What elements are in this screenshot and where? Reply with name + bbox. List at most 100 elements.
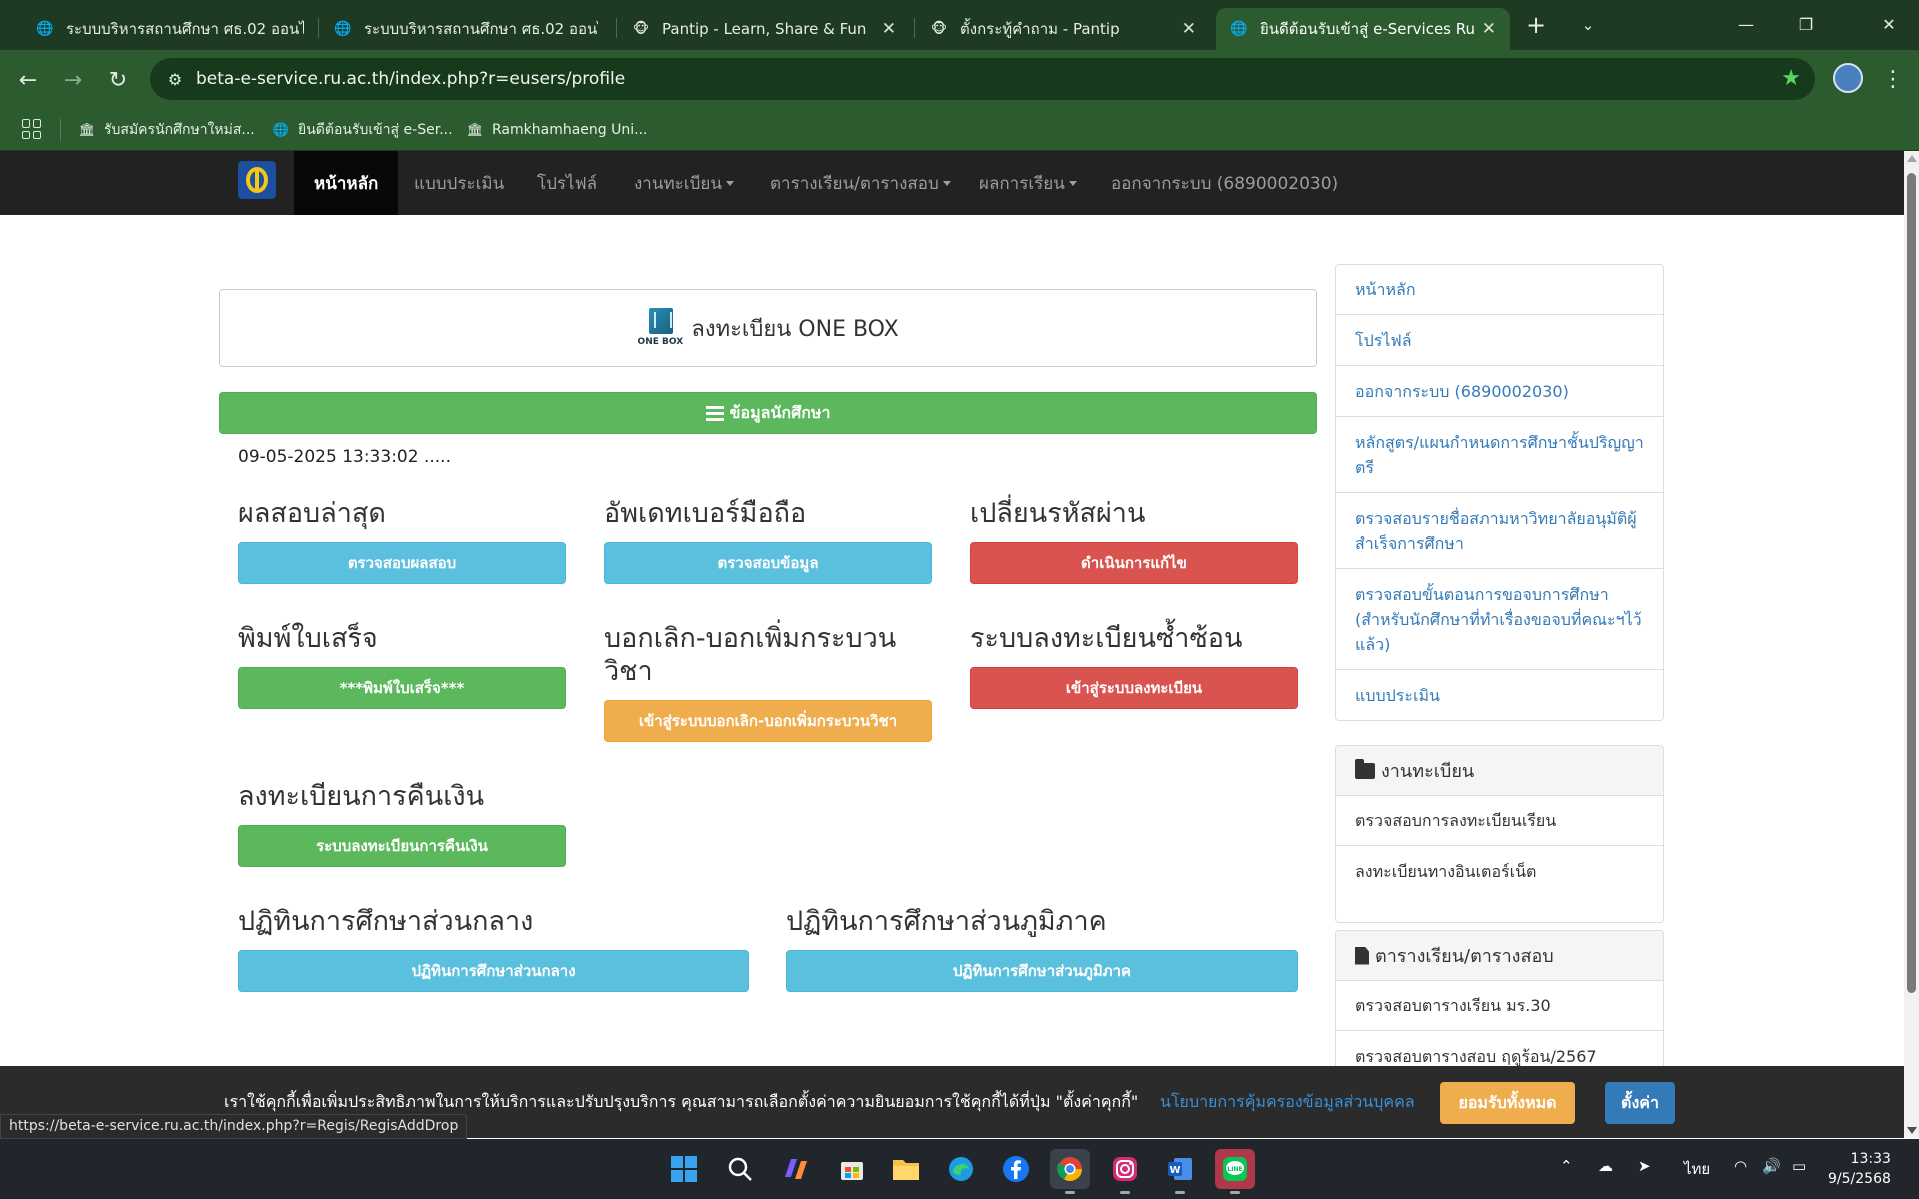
bookmark-item[interactable]: 🌐 ยินดีต้อนรับเข้าสู่ e-Ser... <box>272 119 453 141</box>
forward-button[interactable]: → <box>55 62 91 98</box>
cookie-settings-button[interactable]: ตั้งค่า <box>1605 1082 1675 1124</box>
section-title-update-phone: อัพเดทเบอร์มือถือ <box>604 498 807 529</box>
word-icon[interactable]: W <box>1160 1149 1200 1194</box>
file-icon <box>1355 946 1369 965</box>
close-icon[interactable]: ✕ <box>1482 19 1496 39</box>
onebox-title[interactable]: ลงทะเบียน ONE BOX <box>691 311 898 346</box>
tab-title: ระบบบริหารสถานศึกษา ศธ.02 ออนไล <box>364 20 598 38</box>
chevron-up-icon[interactable]: ⌃ <box>1560 1157 1573 1175</box>
apps-grid-icon[interactable] <box>22 119 42 139</box>
scroll-thumb[interactable] <box>1907 173 1916 993</box>
section-title-change-password: เปลี่ยนรหัสผ่าน <box>970 498 1146 529</box>
check-info-button[interactable]: ตรวจสอบข้อมูล <box>604 542 932 584</box>
nav-evaluation[interactable]: แบบประเมิน <box>414 151 504 215</box>
back-button[interactable]: ← <box>10 62 46 98</box>
language-indicator[interactable]: ไทย <box>1684 1157 1710 1181</box>
sidebar-item-profile[interactable]: โปรไฟล์ <box>1336 315 1663 366</box>
battery-icon[interactable]: ▭ <box>1792 1157 1806 1175</box>
address-bar[interactable]: ⚙ beta-e-service.ru.ac.th/index.php?r=eu… <box>150 58 1815 100</box>
sidebar-item-home[interactable]: หน้าหลัก <box>1336 265 1663 315</box>
chrome-icon[interactable] <box>1050 1149 1090 1194</box>
search-icon[interactable] <box>720 1149 760 1189</box>
change-password-button[interactable]: ดำเนินการแก้ไข <box>970 542 1298 584</box>
minimize-button[interactable]: — <box>1716 0 1776 48</box>
system-clock[interactable]: 13:33 9/5/2568 <box>1828 1149 1891 1189</box>
windows-start-icon[interactable] <box>664 1149 704 1189</box>
regional-calendar-button[interactable]: ปฏิทินการศึกษาส่วนภูมิภาค <box>786 950 1298 992</box>
store-icon[interactable] <box>832 1149 872 1189</box>
check-exam-results-button[interactable]: ตรวจสอบผลสอบ <box>238 542 566 584</box>
onebox-panel[interactable]: ONE BOX ลงทะเบียน ONE BOX <box>219 289 1317 367</box>
central-calendar-button[interactable]: ปฏิทินการศึกษาส่วนกลาง <box>238 950 749 992</box>
clock-date: 9/5/2568 <box>1828 1171 1891 1187</box>
clock-time: 13:33 <box>1850 1151 1891 1167</box>
sidebar-item-online-registration[interactable]: ลงทะเบียนทางอินเตอร์เน็ต <box>1336 846 1663 896</box>
svg-text:LINE: LINE <box>1227 1166 1242 1173</box>
cookie-text: เราใช้คุกกี้เพื่อเพิ่มประสิทธิภาพในการให… <box>224 1092 1139 1111</box>
reload-button[interactable]: ↻ <box>100 62 136 98</box>
line-icon[interactable]: LINE <box>1215 1149 1255 1194</box>
browser-tab[interactable]: 🌐 ระบบบริหารสถานศึกษา ศธ.02 ออนไล <box>320 8 612 50</box>
accept-all-cookies-button[interactable]: ยอมรับทั้งหมด <box>1440 1082 1575 1124</box>
sidebar-item-class-schedule[interactable]: ตรวจสอบตารางเรียน มร.30 <box>1336 981 1663 1031</box>
nav-registration[interactable]: งานทะเบียน <box>634 151 734 215</box>
browser-tab[interactable]: 🌐 ระบบบริหารสถานศึกษา ศธ.02 ออนไล <box>22 8 318 50</box>
sidebar-item-evaluation[interactable]: แบบประเมิน <box>1336 670 1663 720</box>
new-tab-button[interactable]: + <box>1520 10 1552 40</box>
nav-grades[interactable]: ผลการเรียน <box>979 151 1077 215</box>
sidebar-link-label: หลักสูตร/แผนกำหนดการศึกษาชั้นปริญญาตรี <box>1355 432 1644 477</box>
scroll-down-icon[interactable] <box>1907 1127 1917 1134</box>
send-icon[interactable]: ➤ <box>1638 1157 1651 1175</box>
browser-tab-active[interactable]: 🌐 ยินดีต้อนรับเข้าสู่ e-Services Ru ✕ <box>1216 8 1510 50</box>
nav-profile[interactable]: โปรไฟล์ <box>537 151 597 215</box>
sidebar-item-label: ตรวจสอบตารางเรียน มร.30 <box>1355 996 1551 1015</box>
tab-title: ระบบบริหารสถานศึกษา ศธ.02 ออนไล <box>66 20 304 38</box>
sidebar-item-check-registration[interactable]: ตรวจสอบการลงทะเบียนเรียน <box>1336 796 1663 846</box>
tab-search-button[interactable]: ⌄ <box>1572 10 1604 40</box>
cloud-icon[interactable]: ☁ <box>1598 1157 1613 1175</box>
sidebar-item-logout[interactable]: ออกจากระบบ (6890002030) <box>1336 366 1663 417</box>
print-receipt-button[interactable]: ***พิมพ์ใบเสร็จ*** <box>238 667 566 709</box>
restore-button[interactable]: ❐ <box>1776 0 1836 48</box>
page-scrollbar[interactable] <box>1904 151 1919 1138</box>
bookmark-label: Ramkhamhaeng Uni... <box>492 122 648 138</box>
edge-icon[interactable] <box>941 1149 981 1189</box>
wifi-icon[interactable]: ◠ <box>1734 1157 1747 1175</box>
privacy-policy-link[interactable]: นโยบายการคุ้มครองข้อมูลส่วนบุคคล <box>1160 1090 1415 1115</box>
browser-tab[interactable]: 🐵 ตั้งกระทู้คำถาม - Pantip ✕ <box>916 8 1210 50</box>
globe-icon: 🌐 <box>272 122 290 138</box>
close-icon[interactable]: ✕ <box>882 19 896 39</box>
close-icon[interactable]: ✕ <box>1182 19 1196 39</box>
globe-icon: 🌐 <box>334 21 352 37</box>
instagram-icon[interactable] <box>1105 1149 1145 1194</box>
browser-tab[interactable]: 🐵 Pantip - Learn, Share & Fun ✕ <box>618 8 910 50</box>
section-title-central-calendar: ปฏิทินการศึกษาส่วนกลาง <box>238 906 534 937</box>
sidebar-item-graduates[interactable]: ตรวจสอบรายชื่อสภามหาวิทยาลัยอนุมัติผู้สำ… <box>1336 493 1663 569</box>
bookmark-item[interactable]: 🏛 รับสมัครนักศึกษาใหม่ส... <box>78 119 255 141</box>
facebook-icon[interactable] <box>996 1149 1036 1189</box>
nav-logout[interactable]: ออกจากระบบ (6890002030) <box>1111 151 1338 215</box>
refund-registration-button[interactable]: ระบบลงทะเบียนการคืนเงิน <box>238 825 566 867</box>
site-info-icon[interactable]: ⚙ <box>164 68 186 90</box>
address-url[interactable]: beta-e-service.ru.ac.th/index.php?r=euse… <box>196 69 625 89</box>
scroll-up-icon[interactable] <box>1907 155 1917 162</box>
timestamp: 09-05-2025 13:33:02 ..... <box>238 447 451 467</box>
profile-avatar[interactable] <box>1833 63 1863 93</box>
nav-schedule[interactable]: ตารางเรียน/ตารางสอบ <box>770 151 951 215</box>
file-explorer-icon[interactable] <box>886 1149 926 1189</box>
add-drop-button[interactable]: เข้าสู่ระบบบอกเลิก-บอกเพิ่มกระบวนวิชา <box>604 700 932 742</box>
close-window-button[interactable]: ✕ <box>1859 0 1919 48</box>
sidebar-item-graduation-steps[interactable]: ตรวจสอบขั้นตอนการขอจบการศึกษา (สำหรับนัก… <box>1336 569 1663 670</box>
tab-separator <box>616 18 617 38</box>
menu-kebab-icon[interactable]: ⋮ <box>1880 62 1906 96</box>
sidebar-item-curriculum[interactable]: หลักสูตร/แผนกำหนดการศึกษาชั้นปริญญาตรี <box>1336 417 1663 493</box>
duplicate-registration-button[interactable]: เข้าสู่ระบบลงทะเบียน <box>970 667 1298 709</box>
university-logo[interactable] <box>238 161 276 199</box>
nav-home[interactable]: หน้าหลัก <box>294 151 399 215</box>
bookmark-star-icon[interactable]: ★ <box>1781 66 1801 91</box>
copilot-icon[interactable] <box>776 1149 816 1189</box>
student-info-button[interactable]: ข้อมูลนักศึกษา <box>219 392 1317 434</box>
volume-icon[interactable]: 🔊 <box>1762 1157 1781 1175</box>
sidebar-item-label: ตรวจสอบตารางสอบ ฤดูร้อน/2567 <box>1355 1046 1597 1066</box>
bookmark-item[interactable]: 🏛 Ramkhamhaeng Uni... <box>466 119 648 141</box>
